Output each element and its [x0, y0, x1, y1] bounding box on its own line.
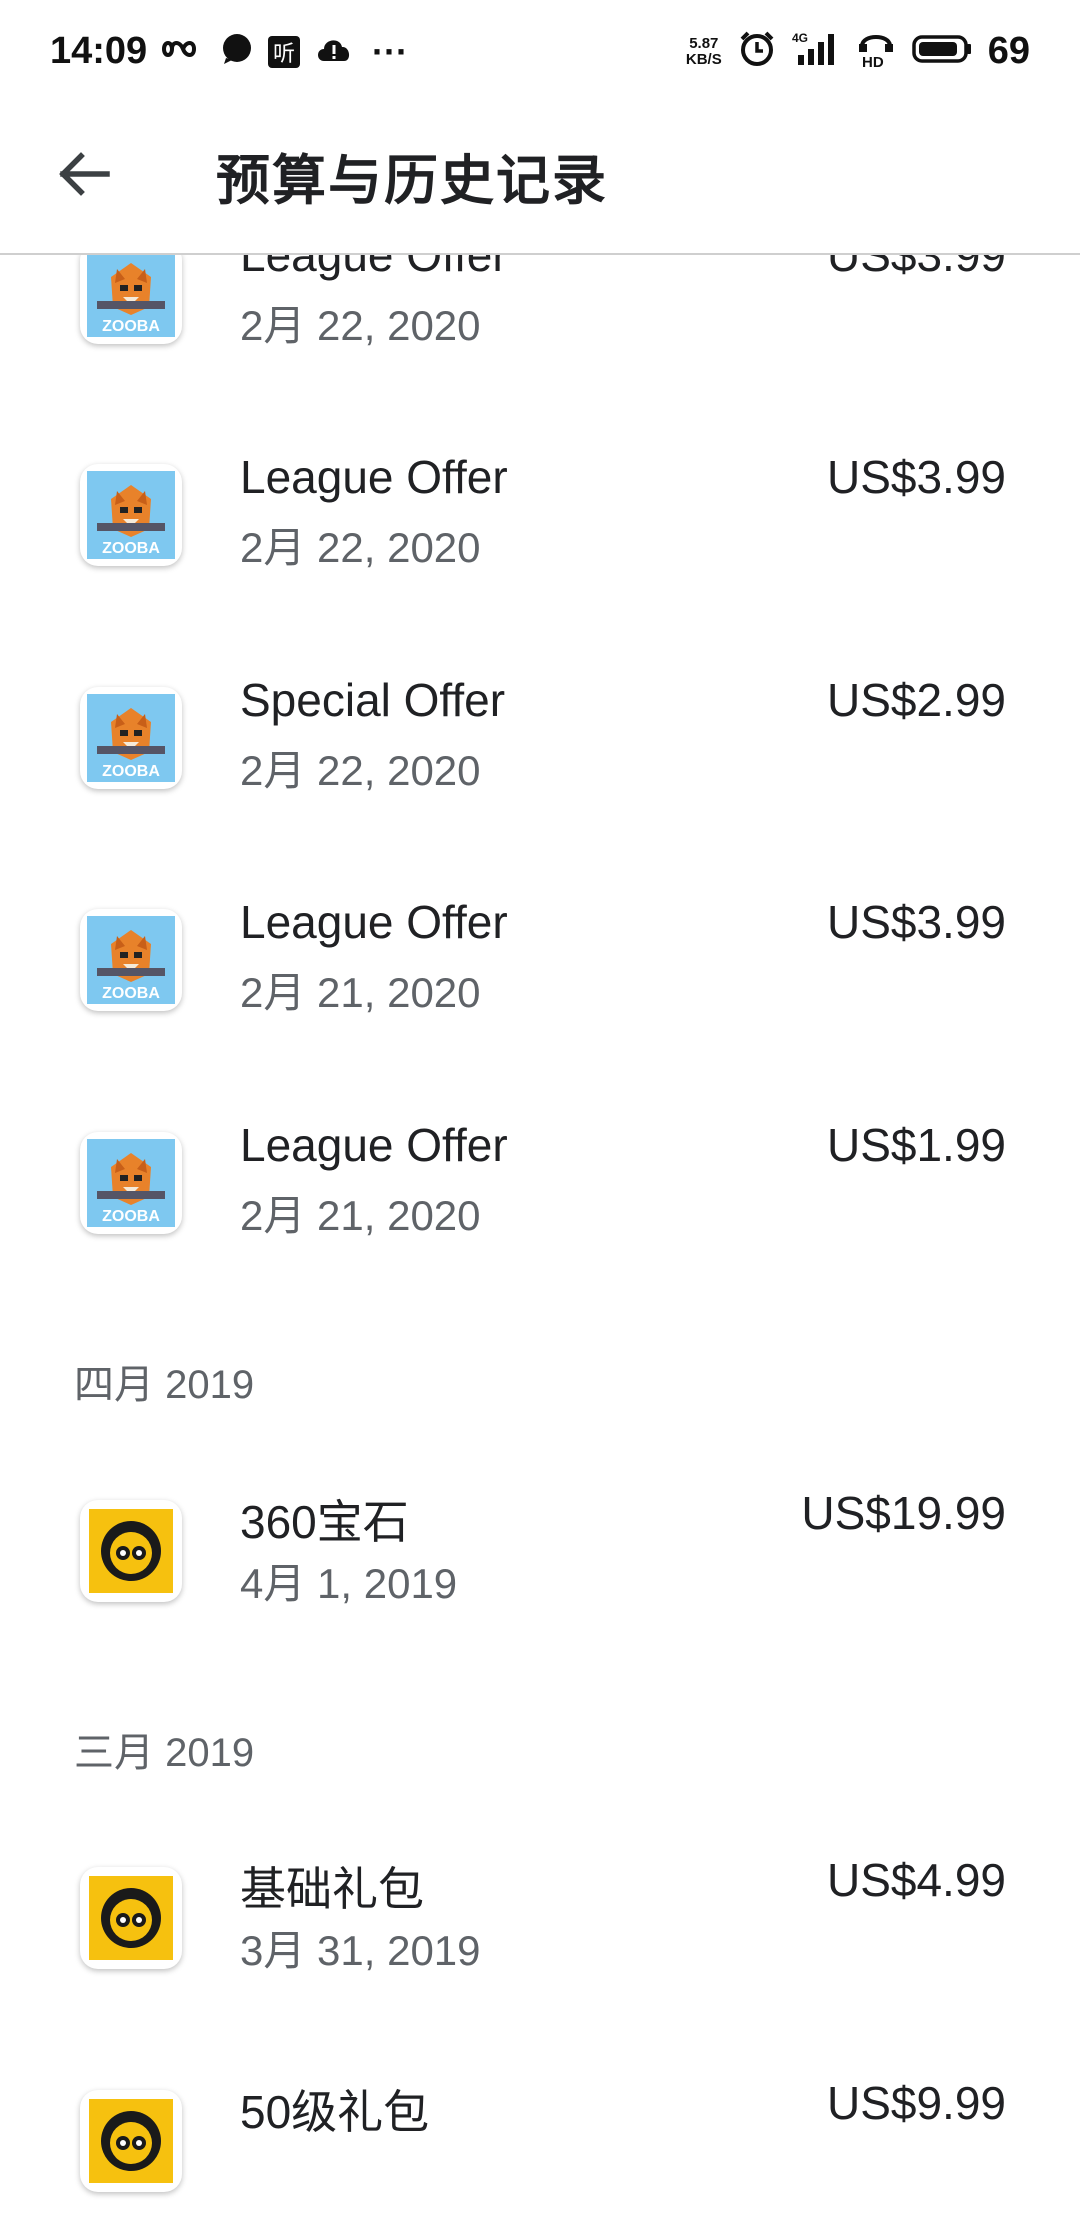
zooba-app-icon: ZOOBA: [80, 242, 182, 344]
back-button[interactable]: [52, 144, 116, 208]
item-title: League Offer: [240, 896, 508, 948]
purchase-row[interactable]: 360宝石 4月 1, 2019 US$19.99: [0, 1487, 1080, 1650]
item-title: 360宝石: [240, 1496, 409, 1548]
item-title: League Offer: [240, 1119, 508, 1171]
zooba-app-icon: ZOOBA: [80, 464, 182, 566]
purchase-history-list: ZOOBA League Offer 2月 22, 2020 US$3.99 Z…: [0, 0, 1080, 2192]
item-date: 3月 31, 2019: [240, 1927, 481, 1974]
item-date: 4月 1, 2019: [240, 1560, 458, 1607]
zooba-logo-text: ZOOBA: [102, 318, 160, 335]
brawl-stars-app-icon: [80, 1867, 182, 1969]
zooba-logo-text: ZOOBA: [102, 540, 160, 557]
purchase-row[interactable]: ZOOBA League Offer 2月 22, 2020 US$3.99: [0, 451, 1080, 614]
item-price: US$3.99: [826, 896, 1006, 948]
item-price: US$1.99: [826, 1119, 1006, 1171]
back-arrow-icon: [57, 150, 111, 203]
purchase-row[interactable]: 基础礼包 3月 31, 2019 US$4.99: [0, 1854, 1080, 2017]
item-price: US$2.99: [826, 674, 1006, 726]
item-date: 2月 22, 2020: [240, 302, 481, 349]
item-date: 2月 22, 2020: [240, 524, 481, 571]
item-title: League Offer: [240, 451, 508, 503]
item-date: 2月 21, 2020: [240, 1192, 481, 1239]
zooba-logo-text: ZOOBA: [102, 985, 160, 1002]
app-bar: 预算与历史记录: [0, 108, 1080, 255]
purchase-row[interactable]: ZOOBA Special Offer 2月 22, 2020 US$2.99: [0, 674, 1080, 837]
page-title: 预算与历史记录: [216, 151, 608, 211]
zooba-logo-text: ZOOBA: [102, 763, 160, 780]
section-header-march-2019: 三月 2019: [74, 1731, 255, 1775]
brawl-stars-app-icon: [80, 1500, 182, 1602]
item-title: 50级礼包: [240, 2086, 430, 2138]
item-price: US$9.99: [826, 2077, 1006, 2129]
item-price: US$3.99: [826, 451, 1006, 503]
item-price: US$4.99: [826, 1854, 1006, 1906]
item-date: 2月 21, 2020: [240, 969, 481, 1016]
item-price: US$19.99: [801, 1487, 1006, 1539]
zooba-app-icon: ZOOBA: [80, 1132, 182, 1234]
section-header-april-2019: 四月 2019: [74, 1363, 255, 1407]
item-title: 基础礼包: [240, 1863, 424, 1915]
purchase-row[interactable]: ZOOBA League Offer 2月 22, 2020 US$3.99: [0, 229, 1080, 392]
zooba-app-icon: ZOOBA: [80, 909, 182, 1011]
item-date: 2月 22, 2020: [240, 747, 481, 794]
item-title: Special Offer: [240, 674, 506, 726]
purchase-row[interactable]: ZOOBA League Offer 2月 21, 2020 US$1.99: [0, 1119, 1080, 1282]
purchase-row[interactable]: ZOOBA League Offer 2月 21, 2020 US$3.99: [0, 896, 1080, 1059]
zooba-logo-text: ZOOBA: [102, 1208, 160, 1225]
brawl-stars-app-icon: [80, 2090, 182, 2192]
zooba-app-icon: ZOOBA: [80, 687, 182, 789]
purchase-row[interactable]: 50级礼包 US$9.99: [0, 2077, 1080, 2240]
